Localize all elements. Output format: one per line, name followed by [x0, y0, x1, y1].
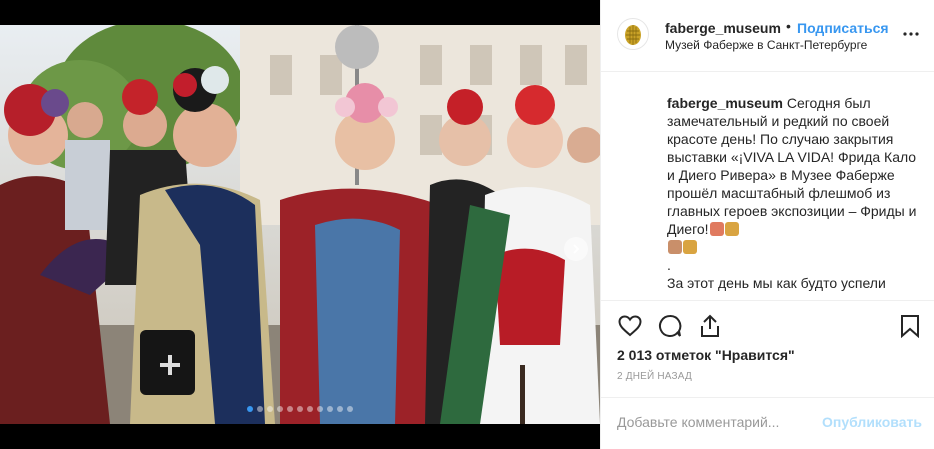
username-link[interactable]: faberge_museum — [665, 20, 781, 36]
post-photo — [0, 25, 600, 424]
carousel-dot — [247, 406, 253, 412]
carousel-dot — [287, 406, 293, 412]
carousel-dot — [347, 406, 353, 412]
chevron-right-icon — [573, 244, 580, 254]
comment-input[interactable] — [617, 414, 817, 430]
carousel-indicator — [0, 406, 600, 412]
post-sidebar: faberge_museum • Подписаться Музей Фабер… — [600, 0, 934, 449]
post-timestamp[interactable]: 2 ДНЕЙ НАЗАД — [617, 371, 692, 382]
caption-text: Сегодня был замечательный и редкий по св… — [667, 95, 917, 237]
palette-emoji-icon — [724, 222, 739, 236]
follow-button[interactable]: Подписаться — [797, 20, 889, 36]
bookmark-icon — [901, 315, 919, 338]
post-header: faberge_museum • Подписаться Музей Фабер… — [601, 0, 934, 72]
comment-form: Опубликовать — [601, 397, 934, 449]
caption-username[interactable]: faberge_museum — [667, 95, 783, 111]
carousel-dot — [337, 406, 343, 412]
avatar[interactable] — [617, 18, 649, 50]
next-image-button[interactable] — [564, 237, 588, 261]
faberge-egg-logo-icon — [625, 25, 641, 45]
publish-button[interactable]: Опубликовать — [822, 414, 922, 430]
caption-dot: . — [667, 257, 671, 273]
save-button[interactable] — [897, 313, 923, 339]
separator-dot: • — [786, 18, 791, 34]
post-media[interactable] — [0, 25, 600, 424]
carousel-dot — [327, 406, 333, 412]
comment-button[interactable] — [657, 313, 683, 339]
carousel-dot — [267, 406, 273, 412]
like-button[interactable] — [617, 313, 643, 339]
share-button[interactable] — [697, 313, 723, 339]
share-icon — [701, 314, 719, 337]
more-options-button[interactable] — [901, 24, 921, 44]
post-dialog: faberge_museum • Подписаться Музей Фабер… — [0, 0, 934, 449]
carousel-dot — [317, 406, 323, 412]
more-icon — [903, 32, 919, 36]
heart-icon — [618, 315, 642, 337]
carousel-dot — [257, 406, 263, 412]
caption-continuation: За этот день мы как будто успели — [667, 275, 886, 291]
woman-emoji-icon — [709, 222, 724, 236]
post-actions: 2 013 отметок "Нравится" 2 ДНЕЙ НАЗАД Оп… — [601, 300, 934, 448]
palette-emoji-icon — [683, 240, 697, 254]
carousel-dot — [297, 406, 303, 412]
carousel-dot — [307, 406, 313, 412]
comment-icon — [659, 314, 682, 337]
post-caption: faberge_museum Сегодня был замечательный… — [667, 94, 917, 294]
carousel-dot — [277, 406, 283, 412]
man-emoji-icon — [668, 240, 682, 254]
location-link[interactable]: Музей Фаберже в Санкт-Петербурге — [665, 38, 867, 52]
likes-count[interactable]: 2 013 отметок "Нравится" — [617, 347, 795, 363]
